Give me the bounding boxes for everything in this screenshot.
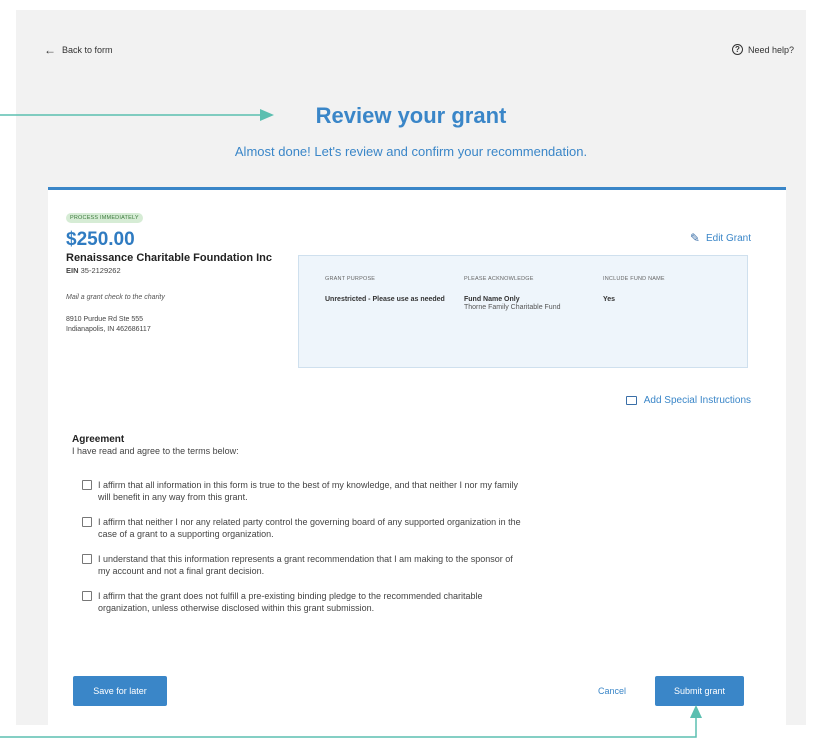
pencil-icon: ✎ [689,231,700,245]
question-circle-icon: ? [731,44,743,55]
grant-amount: $250.00 [66,229,135,250]
mail-note: Mail a grant check to the charity [66,294,165,301]
acknowledge-value: Fund Name Only [464,296,520,303]
acknowledge-fund-name: Thorne Family Charitable Fund [464,304,561,311]
edit-grant-button[interactable]: ✎ Edit Grant [690,231,751,245]
back-to-form-link[interactable]: ← Back to form [44,44,113,56]
status-badge: PROCESS IMMEDIATELY [66,213,143,223]
ein-value: 35-2129262 [80,266,121,275]
save-for-later-button[interactable]: Save for later [73,676,167,706]
app-screen: ← Back to form ? Need help? Review your … [16,10,806,725]
include-fund-name: INCLUDE FUND NAME Yes [603,276,733,304]
page-subtitle: Almost done! Let's review and confirm yo… [234,144,588,159]
cancel-button[interactable]: Cancel [598,686,626,696]
help-label: Need help? [747,44,794,55]
organization-name: Renaissance Charitable Foundation Inc [66,252,272,264]
need-help-link[interactable]: ? Need help? [731,44,794,55]
acknowledge: PLEASE ACKNOWLEDGE Fund Name Only Thorne… [464,276,594,312]
arrow-left-icon: ← [44,43,56,57]
ein: EIN 35-2129262 [66,266,121,275]
grant-review-card: PROCESS IMMEDIATELY $250.00 Renaissance … [48,187,786,725]
ein-label: EIN [66,266,79,275]
agreement-item: I affirm that the grant does not fulfill… [82,590,522,614]
agreement-item: I affirm that all information in this fo… [82,479,522,503]
special-instructions-label: Add Special Instructions [643,395,751,406]
submit-grant-button[interactable]: Submit grant [655,676,744,706]
back-label: Back to form [62,45,113,55]
agreement-subtitle: I have read and agree to the terms below… [72,446,239,456]
top-bar: ← Back to form ? Need help? [44,44,794,64]
include-fund-name-label: INCLUDE FUND NAME [603,276,665,282]
agreement-checkbox[interactable] [82,517,92,527]
add-note-icon [625,396,637,405]
add-special-instructions-button[interactable]: Add Special Instructions [625,395,751,406]
agreement-item: I understand that this information repre… [82,553,522,577]
address-line-1: 8910 Purdue Rd Ste 555 [66,316,144,323]
charity-address: 8910 Purdue Rd Ste 555 Indianapolis, IN … [66,315,151,335]
page-title: Review your grant [315,103,507,128]
agreement-text: I affirm that the grant does not fulfill… [98,591,483,613]
agreement-checkbox[interactable] [82,554,92,564]
grant-purpose-value: Unrestricted - Please use as needed [325,296,445,303]
include-fund-name-value: Yes [603,296,616,303]
agreement-text: I affirm that neither I nor any related … [98,517,521,539]
grant-details-panel: GRANT PURPOSE Unrestricted - Please use … [298,255,748,368]
agreement-item: I affirm that neither I nor any related … [82,516,522,540]
agreement-text: I affirm that all information in this fo… [98,480,519,502]
agreement-title: Agreement [72,434,125,445]
address-line-2: Indianapolis, IN 462686117 [66,326,151,333]
grant-purpose-label: GRANT PURPOSE [325,276,376,282]
agreement-checkbox[interactable] [82,480,92,490]
acknowledge-label: PLEASE ACKNOWLEDGE [464,276,534,282]
agreement-text: I understand that this information repre… [98,554,513,576]
agreement-checkbox[interactable] [82,591,92,601]
grant-purpose: GRANT PURPOSE Unrestricted - Please use … [325,276,455,304]
edit-grant-label: Edit Grant [705,232,751,244]
